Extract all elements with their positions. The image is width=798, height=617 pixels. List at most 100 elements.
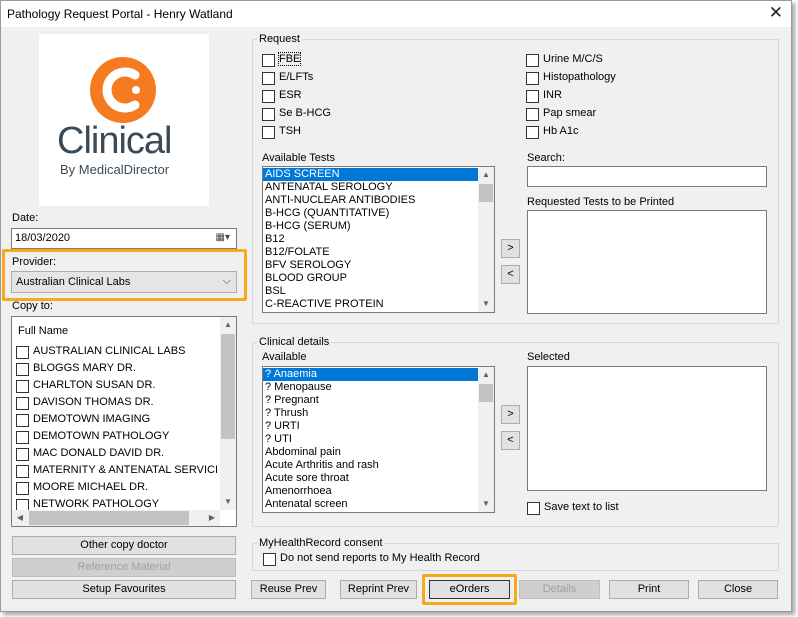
list-item[interactable]: ? UTI bbox=[263, 433, 494, 446]
list-item[interactable]: B-HCG (QUANTITATIVE) bbox=[263, 207, 494, 220]
scroll-up-icon[interactable]: ▲ bbox=[478, 367, 494, 383]
copy-to-hscroll[interactable]: ◀ ▶ bbox=[12, 510, 220, 526]
checkbox[interactable] bbox=[16, 448, 29, 461]
chevron-down-icon: ⌵ bbox=[222, 275, 231, 287]
logo-tagline: By MedicalDirector bbox=[60, 162, 170, 177]
scroll-down-icon[interactable]: ▼ bbox=[478, 296, 494, 312]
reference-material-button[interactable]: Reference Material bbox=[12, 558, 236, 577]
list-item[interactable]: C-REACTIVE PROTEIN bbox=[263, 298, 494, 311]
eorders-button[interactable]: eOrders bbox=[429, 580, 510, 599]
copy-to-vscroll[interactable]: ▲ ▼ bbox=[220, 317, 236, 510]
list-item[interactable]: Amenorrhoea bbox=[263, 485, 494, 498]
checkbox[interactable] bbox=[526, 108, 539, 121]
add-test-button[interactable]: > bbox=[501, 239, 520, 258]
available-tests-list[interactable]: AIDS SCREEN ANTENATAL SEROLOGY ANTI-NUCL… bbox=[262, 166, 495, 313]
list-item[interactable]: ? Thrush bbox=[263, 407, 494, 420]
checkbox[interactable] bbox=[262, 72, 275, 85]
scroll-left-icon[interactable]: ◀ bbox=[12, 510, 28, 526]
checkbox[interactable] bbox=[16, 380, 29, 393]
checkbox[interactable] bbox=[262, 90, 275, 103]
list-item[interactable]: ANTI-NUCLEAR ANTIBODIES bbox=[263, 194, 494, 207]
copy-to-item[interactable]: MATERNITY & ANTENATAL SERVICI bbox=[16, 464, 218, 478]
clinical-details-title: Clinical details bbox=[257, 336, 332, 348]
setup-favourites-button[interactable]: Setup Favourites bbox=[12, 580, 236, 599]
window-title: Pathology Request Portal - Henry Watland bbox=[7, 7, 233, 21]
checkbox[interactable] bbox=[262, 126, 275, 139]
list-item[interactable]: Antenatal screen bbox=[263, 498, 494, 511]
close-window-icon[interactable]: ✕ bbox=[769, 4, 783, 22]
list-item[interactable]: Abdominal pain bbox=[263, 446, 494, 459]
list-item[interactable]: ? URTI bbox=[263, 420, 494, 433]
add-clinical-button[interactable]: > bbox=[501, 405, 520, 424]
reuse-prev-button[interactable]: Reuse Prev bbox=[251, 580, 326, 599]
search-label: Search: bbox=[527, 152, 565, 164]
checkbox[interactable] bbox=[527, 502, 540, 515]
checkbox[interactable] bbox=[526, 72, 539, 85]
provider-label: Provider: bbox=[12, 256, 57, 268]
clinical-selected-list[interactable] bbox=[527, 366, 767, 491]
remove-test-button[interactable]: < bbox=[501, 265, 520, 284]
search-input[interactable] bbox=[527, 166, 767, 187]
checkbox[interactable] bbox=[16, 482, 29, 495]
checkbox[interactable] bbox=[262, 108, 275, 121]
clinical-available-label: Available bbox=[262, 351, 307, 363]
checkbox[interactable] bbox=[263, 553, 276, 566]
full-name-header: Full Name bbox=[18, 325, 69, 337]
checkbox[interactable] bbox=[526, 54, 539, 67]
scroll-thumb[interactable] bbox=[29, 511, 189, 525]
calendar-icon[interactable]: ▦▾ bbox=[216, 232, 230, 243]
checkbox[interactable] bbox=[526, 90, 539, 103]
list-item[interactable]: Acute sore throat bbox=[263, 472, 494, 485]
checkbox[interactable] bbox=[16, 346, 29, 359]
provider-select[interactable]: Australian Clinical Labs ⌵ bbox=[11, 271, 237, 293]
scroll-up-icon[interactable]: ▲ bbox=[478, 167, 494, 183]
list-item[interactable]: BLOOD GROUP bbox=[263, 272, 494, 285]
copy-to-list[interactable]: Full Name AUSTRALIAN CLINICAL LABS BLOGG… bbox=[11, 316, 237, 527]
pathology-request-window: Pathology Request Portal - Henry Watland… bbox=[0, 0, 792, 612]
date-field[interactable]: 18/03/2020 ▦▾ bbox=[11, 228, 237, 249]
date-value: 18/03/2020 bbox=[15, 232, 71, 244]
available-tests-vscroll[interactable]: ▲ ▼ bbox=[478, 167, 494, 312]
details-button[interactable]: Details bbox=[519, 580, 600, 599]
scroll-thumb[interactable] bbox=[479, 384, 493, 402]
reprint-prev-button[interactable]: Reprint Prev bbox=[340, 580, 417, 599]
clinical-available-vscroll[interactable]: ▲ ▼ bbox=[478, 367, 494, 512]
scroll-thumb[interactable] bbox=[479, 184, 493, 202]
other-copy-doctor-button[interactable]: Other copy doctor bbox=[12, 536, 236, 555]
checkbox[interactable] bbox=[16, 397, 29, 410]
list-item[interactable]: B12 bbox=[263, 233, 494, 246]
print-button[interactable]: Print bbox=[609, 580, 689, 599]
logo-brand: Clinical bbox=[57, 120, 172, 162]
list-item[interactable]: ? Anaemia bbox=[263, 368, 478, 381]
requested-tests-list[interactable] bbox=[527, 210, 767, 314]
list-item[interactable]: BSL bbox=[263, 285, 494, 298]
list-item[interactable]: BFV SEROLOGY bbox=[263, 259, 494, 272]
list-item[interactable]: ? Menopause bbox=[263, 381, 494, 394]
requested-tests-label: Requested Tests to be Printed bbox=[527, 196, 675, 208]
clinical-logo: Clinical By MedicalDirector bbox=[39, 34, 209, 206]
available-tests-label: Available Tests bbox=[262, 152, 335, 164]
list-item[interactable]: B12/FOLATE bbox=[263, 246, 494, 259]
list-item[interactable]: Acute Arthritis and rash bbox=[263, 459, 494, 472]
checkbox[interactable] bbox=[526, 126, 539, 139]
clinical-available-list[interactable]: ? Anaemia ? Menopause ? Pregnant ? Thrus… bbox=[262, 366, 495, 513]
scroll-right-icon[interactable]: ▶ bbox=[204, 510, 220, 526]
list-item[interactable]: B-HCG (SERUM) bbox=[263, 220, 494, 233]
scroll-thumb[interactable] bbox=[221, 334, 235, 439]
remove-clinical-button[interactable]: < bbox=[501, 431, 520, 450]
close-button[interactable]: Close bbox=[698, 580, 778, 599]
request-group-title: Request bbox=[257, 33, 302, 45]
list-item[interactable]: ANTENATAL SEROLOGY bbox=[263, 181, 494, 194]
checkbox[interactable] bbox=[16, 431, 29, 444]
list-item[interactable]: AIDS SCREEN bbox=[263, 168, 478, 181]
scroll-up-icon[interactable]: ▲ bbox=[220, 317, 236, 333]
checkbox[interactable] bbox=[16, 363, 29, 376]
checkbox[interactable] bbox=[262, 54, 275, 67]
list-item[interactable]: ? Pregnant bbox=[263, 394, 494, 407]
provider-value: Australian Clinical Labs bbox=[16, 276, 131, 288]
clinical-selected-label: Selected bbox=[527, 351, 570, 363]
checkbox[interactable] bbox=[16, 414, 29, 427]
scroll-down-icon[interactable]: ▼ bbox=[220, 494, 236, 510]
checkbox[interactable] bbox=[16, 465, 29, 478]
scroll-down-icon[interactable]: ▼ bbox=[478, 496, 494, 512]
